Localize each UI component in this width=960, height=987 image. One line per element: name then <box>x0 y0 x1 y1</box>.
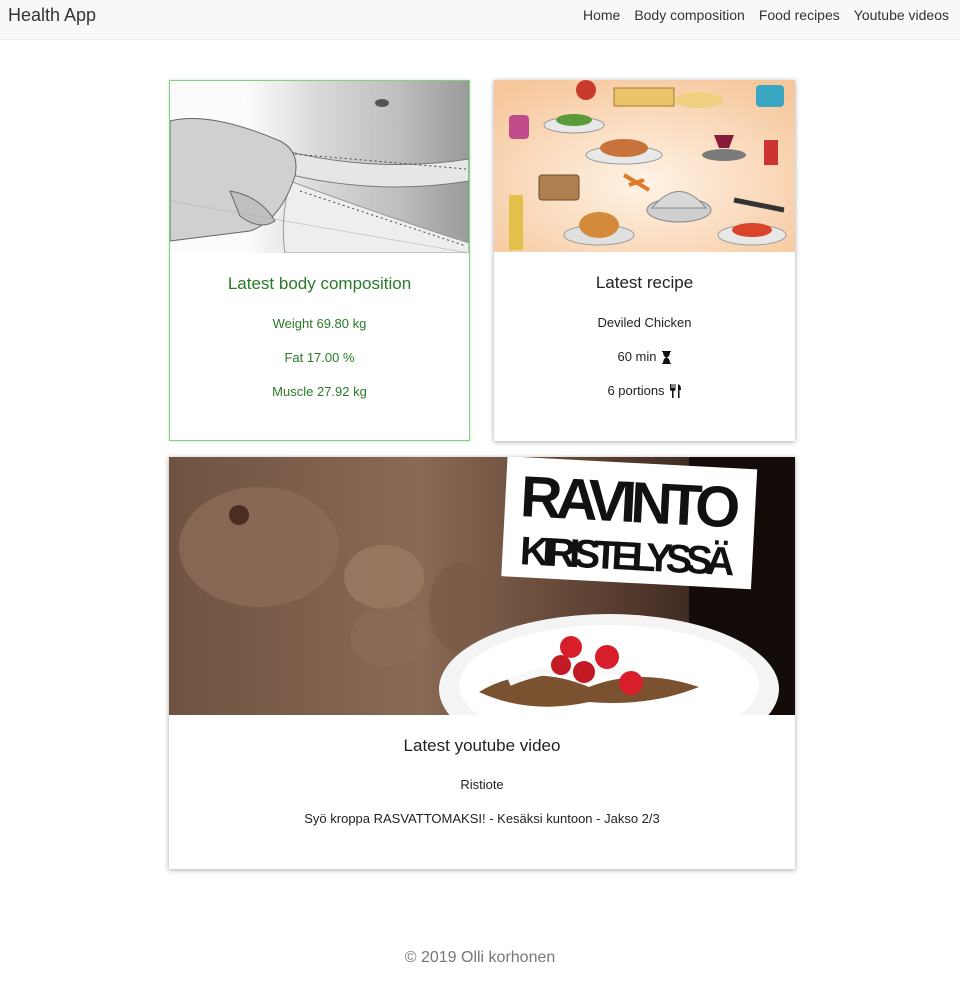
nav-links: Home Body composition Food recipes Youtu… <box>583 7 949 23</box>
recipe-name: Deviled Chicken <box>597 315 692 330</box>
video-title[interactable]: Syö kroppa RASVATTOMAKSI! - Kesäksi kunt… <box>169 811 795 826</box>
thumbnail-title-line-1: RAVINTO <box>519 464 742 540</box>
weight-value: Weight 69.80 kg <box>272 316 367 331</box>
recipe-image <box>494 80 795 252</box>
recipe-portions-text: 6 portions <box>607 383 665 398</box>
video-thumbnail[interactable]: RAVINTO KIRISTELYSSÄ <box>169 457 795 715</box>
video-channel: Ristiote <box>460 777 504 792</box>
recipe-card[interactable]: Latest recipe Deviled Chicken 60 min 6 p… <box>494 80 795 441</box>
body-composition-card[interactable]: Latest body composition Weight 69.80 kg … <box>169 80 470 441</box>
nav-link-food-recipes[interactable]: Food recipes <box>759 7 840 23</box>
nav-link-body-composition[interactable]: Body composition <box>634 7 745 23</box>
video-card-title: Latest youtube video <box>403 736 561 755</box>
fat-value: Fat 17.00 % <box>284 350 355 365</box>
recipe-portions: 6 portions <box>494 383 795 398</box>
navbar: Health App Home Body composition Food re… <box>0 0 960 40</box>
fork-knife-icon <box>669 384 682 398</box>
youtube-video-card[interactable]: RAVINTO KIRISTELYSSÄ Latest youtube vide… <box>169 457 795 869</box>
recipe-time-text: 60 min <box>617 349 657 364</box>
nav-link-home[interactable]: Home <box>583 7 620 23</box>
nav-link-youtube-videos[interactable]: Youtube videos <box>854 7 949 23</box>
body-composition-image <box>170 81 469 253</box>
hourglass-icon <box>661 351 672 364</box>
brand-link[interactable]: Health App <box>8 5 96 26</box>
recipe-time: 60 min <box>494 349 795 364</box>
footer-copyright: © 2019 Olli korhonen <box>404 949 556 966</box>
body-composition-title: Latest body composition <box>227 274 412 293</box>
recipe-title: Latest recipe <box>595 273 694 292</box>
muscle-value: Muscle 27.92 kg <box>272 384 367 399</box>
